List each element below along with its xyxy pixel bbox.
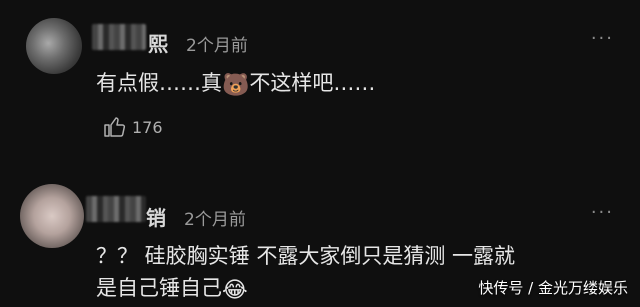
like-count: 176 xyxy=(132,117,163,137)
comment-text: 有点假……真🐻不这样吧…… xyxy=(96,67,610,102)
comment-text-part: 不这样吧…… xyxy=(249,71,376,95)
comment-text-part: 有点假……真 xyxy=(96,71,222,95)
thumbs-up-icon xyxy=(104,117,126,137)
comment-item: 熙 2个月前 ··· 有点假……真🐻不这样吧…… 176 xyxy=(0,0,640,160)
avatar[interactable] xyxy=(20,184,84,248)
bear-emoji: 🐻 xyxy=(222,73,250,98)
laughing-emoji: 😂 xyxy=(222,278,248,303)
like-button[interactable]: 176 xyxy=(102,115,163,139)
comment-time: 2个月前 xyxy=(184,210,246,230)
avatar[interactable] xyxy=(26,18,82,74)
comment-text-part: 是自己锤自己 xyxy=(96,276,222,300)
more-dots-icon[interactable]: ··· xyxy=(591,202,614,223)
more-dots-icon[interactable]: ··· xyxy=(591,28,614,49)
comment-text-line: ？？ 硅胶胸实锤 不露大家倒只是猜测 一露就 xyxy=(96,244,516,268)
comment-time: 2个月前 xyxy=(186,36,248,56)
username-blurred[interactable] xyxy=(92,24,146,50)
username[interactable]: 销 xyxy=(146,202,166,231)
watermark: 快传号 / 金光万缕娱乐 xyxy=(478,279,628,297)
username[interactable]: 熙 xyxy=(148,28,168,57)
username-blurred[interactable] xyxy=(86,196,146,222)
